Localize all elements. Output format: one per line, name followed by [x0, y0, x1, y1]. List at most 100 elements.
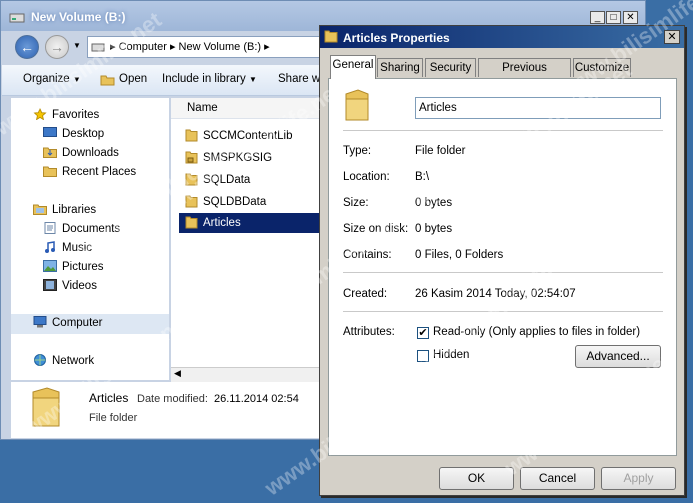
back-button[interactable]: ←: [15, 35, 39, 59]
file-name: SMSPKGSIG: [203, 152, 273, 164]
organize-label: Organize: [23, 73, 70, 85]
general-tab-panel: Type: File folder Location: B:\ Size: 0 …: [328, 78, 677, 456]
details-type: File folder: [89, 412, 138, 424]
nav-downloads[interactable]: Downloads: [11, 144, 169, 163]
size-on-disk-value: 0 bytes: [415, 223, 453, 235]
nav-videos[interactable]: Videos: [11, 277, 169, 296]
nav-music[interactable]: Music: [11, 239, 169, 258]
nav-pictures[interactable]: Pictures: [11, 258, 169, 277]
open-button[interactable]: Open: [119, 73, 147, 85]
apply-button[interactable]: Apply: [601, 467, 676, 490]
videos-icon: [43, 279, 57, 291]
nav-label: Documents: [62, 223, 121, 235]
address-segment-volume[interactable]: New Volume (B:): [179, 41, 262, 53]
file-row[interactable]: SCCMContentLib: [179, 126, 321, 146]
separator: [343, 130, 663, 132]
share-with-button[interactable]: Share wi: [278, 73, 323, 85]
location-label: Location:: [343, 171, 390, 183]
folder-icon: [100, 75, 115, 86]
file-name: SQLData: [203, 174, 251, 186]
properties-dialog: Articles Properties ✕ General Sharing Se…: [319, 25, 685, 496]
size-on-disk-label: Size on disk:: [343, 223, 409, 235]
readonly-label: Read-only (Only applies to files in fold…: [433, 326, 641, 338]
readonly-checkbox[interactable]: ✔: [417, 327, 429, 339]
nav-desktop[interactable]: Desktop: [11, 125, 169, 144]
scroll-left-icon[interactable]: ◀: [174, 368, 181, 379]
tab-general[interactable]: General: [330, 55, 376, 79]
hidden-checkbox[interactable]: [417, 350, 429, 362]
ok-button[interactable]: OK: [439, 467, 514, 490]
folder-icon: [185, 173, 198, 186]
address-separator-icon: ▸: [110, 41, 119, 53]
file-name: Articles: [203, 217, 241, 229]
file-name: SCCMContentLib: [203, 130, 293, 142]
address-segment-computer[interactable]: Computer: [119, 41, 167, 53]
folder-name-input[interactable]: [415, 97, 661, 119]
file-name: SQLDBData: [203, 196, 267, 208]
folder-large-icon: [32, 387, 60, 427]
include-in-library-button[interactable]: Include in library ▼: [162, 73, 257, 85]
pictures-icon: [43, 260, 57, 272]
libraries-icon: [33, 204, 47, 215]
file-row[interactable]: SQLData: [179, 170, 321, 190]
horizontal-scrollbar[interactable]: ◀: [171, 367, 321, 382]
nav-recent-places[interactable]: Recent Places: [11, 163, 169, 182]
nav-computer[interactable]: Computer: [11, 314, 169, 334]
dialog-titlebar[interactable]: Articles Properties ✕: [320, 26, 684, 48]
file-row[interactable]: SQLDBData: [179, 192, 321, 212]
recent-places-icon: [43, 166, 57, 177]
contains-value: 0 Files, 0 Folders: [415, 249, 504, 261]
column-header-name[interactable]: Name: [171, 98, 321, 119]
attributes-label: Attributes:: [343, 326, 395, 338]
tab-customize[interactable]: Customize: [573, 58, 631, 77]
nav-libraries[interactable]: Libraries: [11, 201, 169, 220]
nav-label: Downloads: [62, 147, 119, 159]
details-pane: Articles Date modified: 26.11.2014 02:54…: [11, 382, 321, 438]
advanced-button[interactable]: Advanced...: [575, 345, 661, 368]
nav-network[interactable]: Network: [11, 352, 169, 371]
computer-icon: [33, 316, 47, 328]
location-value: B:\: [415, 171, 430, 183]
size-value: 0 bytes: [415, 197, 453, 209]
nav-favorites[interactable]: Favorites: [11, 106, 169, 125]
navigation-pane: Favorites Desktop Downloads Recent Place…: [11, 98, 169, 380]
folder-icon: [185, 129, 198, 142]
tab-security[interactable]: Security: [425, 58, 476, 77]
file-row-selected[interactable]: Articles: [179, 213, 321, 233]
column-header-label: Name: [187, 102, 218, 114]
address-separator-icon: ▸: [264, 41, 270, 53]
tab-sharing[interactable]: Sharing: [377, 58, 423, 77]
separator: [343, 272, 663, 274]
maximize-button[interactable]: □: [606, 11, 621, 24]
nav-label: Videos: [62, 280, 97, 292]
nav-label: Recent Places: [62, 166, 137, 178]
type-label: Type:: [343, 145, 372, 157]
network-icon: [34, 354, 46, 366]
details-name: Articles: [89, 391, 129, 405]
music-icon: [45, 241, 55, 253]
contains-label: Contains:: [343, 249, 392, 261]
nav-documents[interactable]: Documents: [11, 220, 169, 239]
folder-icon: [185, 216, 198, 229]
address-separator-icon: ▸: [169, 41, 179, 53]
chevron-down-icon: ▼: [248, 75, 257, 84]
folder-large-icon: [345, 89, 369, 121]
dialog-close-button[interactable]: ✕: [664, 30, 680, 44]
cancel-button[interactable]: Cancel: [520, 467, 595, 490]
desktop-icon: [43, 127, 57, 137]
explorer-close-button[interactable]: ✕: [623, 11, 638, 24]
created-label: Created:: [343, 288, 388, 300]
nav-label: Network: [52, 355, 95, 367]
nav-label: Music: [62, 242, 93, 254]
history-chevron-icon[interactable]: ▼: [73, 41, 81, 50]
tab-previous-versions[interactable]: Previous Versions: [478, 58, 571, 92]
minimize-button[interactable]: _: [590, 11, 605, 24]
organize-button[interactable]: Organize ▼: [23, 73, 81, 85]
nav-label: Desktop: [62, 128, 105, 140]
file-list-pane: Name SCCMContentLib SMSPKGSIG SQLData SQ…: [171, 98, 321, 380]
address-box[interactable]: ▸ Computer ▸ New Volume (B:) ▸: [87, 36, 332, 58]
forward-button[interactable]: →: [45, 35, 69, 59]
explorer-title: New Volume (B:): [31, 10, 126, 24]
details-modified-label: Date modified:: [137, 393, 208, 405]
file-row[interactable]: SMSPKGSIG: [179, 148, 321, 168]
